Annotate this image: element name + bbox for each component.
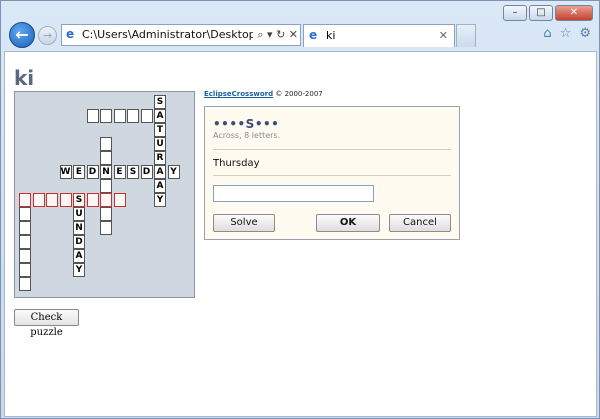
- grid-cell[interactable]: Y: [73, 263, 85, 277]
- toolbar-icons: ⌂ ☆ ⚙: [543, 26, 591, 41]
- favorites-star-icon[interactable]: ☆: [560, 26, 572, 41]
- grid-cell[interactable]: [127, 109, 139, 123]
- cancel-button[interactable]: Cancel: [389, 214, 451, 232]
- grid-cell[interactable]: [100, 137, 112, 151]
- new-tab-button[interactable]: [456, 24, 476, 47]
- grid-cell[interactable]: [100, 151, 112, 165]
- grid-cell-selected[interactable]: [59, 193, 72, 207]
- grid-cell[interactable]: [100, 221, 112, 235]
- address-bar[interactable]: e C:\Users\Administrator\Desktop\po.htr …: [61, 24, 301, 46]
- grid-cell-selected[interactable]: [46, 193, 58, 207]
- copyright-text: © 2000-2007: [273, 90, 323, 98]
- credit-line: EclipseCrossword © 2000-2007: [204, 90, 323, 98]
- tools-gear-icon[interactable]: ⚙: [579, 26, 591, 41]
- ok-button[interactable]: OK: [316, 214, 380, 232]
- grid-cell[interactable]: [100, 207, 112, 221]
- maximize-button[interactable]: □: [529, 5, 553, 21]
- grid-cell[interactable]: A: [154, 109, 166, 123]
- divider: [213, 149, 451, 150]
- clue-meta: Across, 8 letters.: [213, 131, 281, 140]
- grid-cell[interactable]: [100, 109, 112, 123]
- grid-cell[interactable]: D: [73, 235, 85, 249]
- tab-title: ki: [326, 29, 336, 42]
- address-tools[interactable]: ⌕ ▾ ↻ ✕: [253, 25, 298, 45]
- grid-cell-selected[interactable]: [32, 193, 45, 207]
- grid-cell[interactable]: A: [154, 179, 166, 193]
- grid-cell[interactable]: [113, 109, 126, 123]
- home-icon[interactable]: ⌂: [543, 26, 551, 41]
- back-button[interactable]: ←: [9, 22, 35, 48]
- minimize-button[interactable]: –: [503, 5, 527, 21]
- grid-cell[interactable]: [19, 221, 31, 235]
- grid-cell[interactable]: [19, 277, 31, 291]
- close-window-button[interactable]: ✕: [555, 5, 593, 21]
- grid-cell[interactable]: U: [154, 137, 166, 151]
- ie-page-icon: e: [66, 27, 75, 41]
- grid-cell[interactable]: D: [140, 165, 153, 179]
- clue-panel: ••••S••• Across, 8 letters. Thursday Sol…: [204, 106, 460, 240]
- grid-cell[interactable]: N: [100, 165, 112, 179]
- tab-ki[interactable]: e ki ✕: [303, 24, 455, 47]
- grid-cell[interactable]: U: [73, 207, 85, 221]
- divider: [213, 175, 451, 176]
- grid-cell[interactable]: N: [73, 221, 85, 235]
- grid-cell[interactable]: E: [113, 165, 126, 179]
- window-controls: – □ ✕: [503, 5, 593, 21]
- answer-pattern: ••••S•••: [213, 117, 280, 131]
- navigation-bar: ← → e C:\Users\Administrator\Desktop\po.…: [7, 21, 595, 49]
- grid-cell[interactable]: E: [73, 165, 85, 179]
- forward-button[interactable]: →: [38, 26, 57, 45]
- crossword-grid: SATURAAYWEDNESDYSUNDAY: [14, 91, 195, 298]
- grid-cell[interactable]: R: [154, 151, 166, 165]
- grid-cell[interactable]: S: [154, 95, 166, 109]
- grid-cell-selected[interactable]: S: [73, 193, 85, 207]
- grid-cell[interactable]: A: [154, 165, 166, 179]
- grid-cell-selected[interactable]: [86, 193, 99, 207]
- grid-cell[interactable]: [140, 109, 153, 123]
- grid-cell[interactable]: A: [73, 249, 85, 263]
- grid-cell-selected[interactable]: [19, 193, 31, 207]
- tab-close-icon[interactable]: ✕: [439, 25, 448, 47]
- grid-cell[interactable]: Y: [154, 193, 166, 207]
- page-title: ki: [14, 66, 35, 90]
- browser-window: – □ ✕ ← → e C:\Users\Administrator\Deskt…: [0, 0, 600, 419]
- eclipsecrossword-link[interactable]: EclipseCrossword: [204, 90, 273, 98]
- tab-ie-icon: e: [309, 28, 318, 42]
- solve-button[interactable]: Solve: [213, 214, 275, 232]
- grid-cell[interactable]: [86, 109, 99, 123]
- grid-cell[interactable]: [19, 249, 31, 263]
- check-puzzle-button[interactable]: Check puzzle: [14, 309, 79, 338]
- grid-cell-selected[interactable]: [100, 193, 112, 207]
- page-content: ki SATURAAYWEDNESDYSUNDAY Check puzzle E…: [4, 51, 597, 417]
- clue-text: Thursday: [213, 158, 260, 169]
- grid-cell[interactable]: W: [59, 165, 72, 179]
- grid-cell[interactable]: Y: [167, 165, 180, 179]
- grid-cell[interactable]: [19, 263, 31, 277]
- grid-cell[interactable]: [19, 235, 31, 249]
- answer-input[interactable]: [213, 185, 374, 202]
- grid-cell[interactable]: T: [154, 123, 166, 137]
- grid-cell[interactable]: D: [86, 165, 99, 179]
- grid-cell-selected[interactable]: [113, 193, 126, 207]
- grid-cell[interactable]: S: [127, 165, 139, 179]
- grid-cell[interactable]: [19, 207, 31, 221]
- grid-cell[interactable]: [100, 179, 112, 193]
